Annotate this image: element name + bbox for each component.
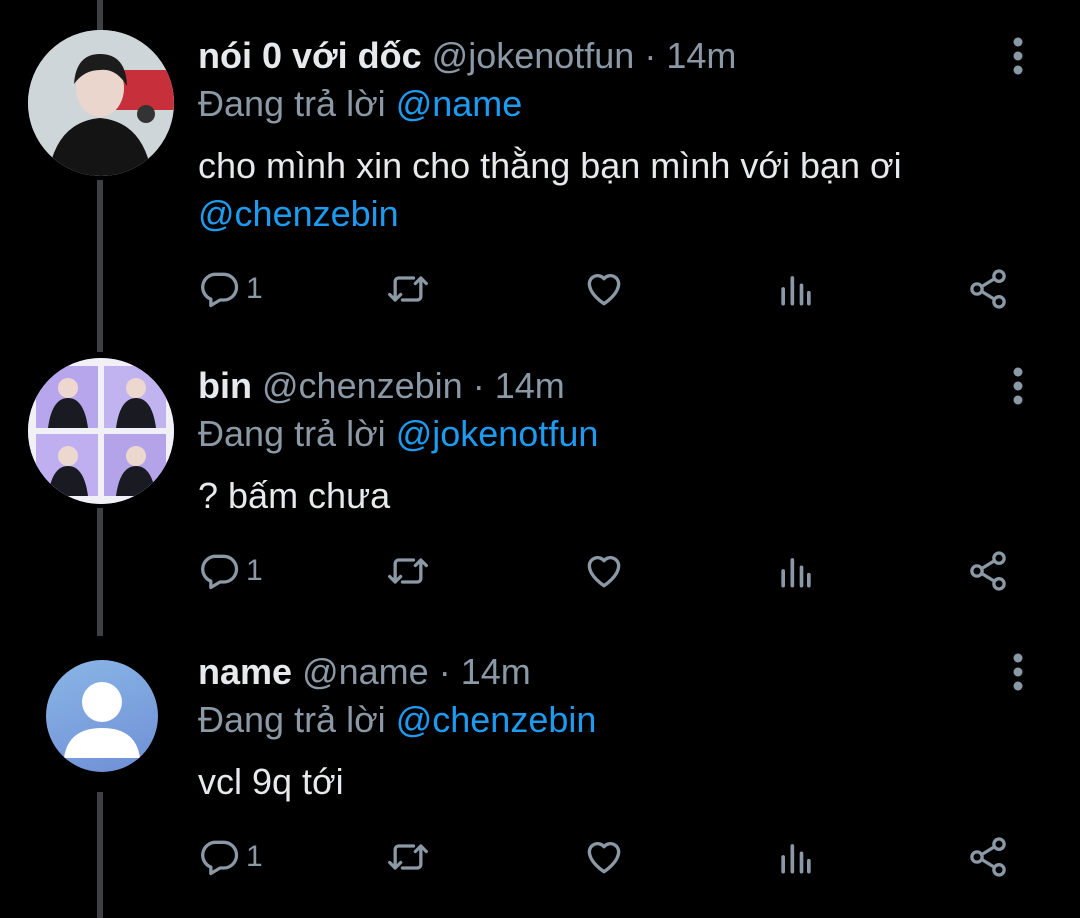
reply-icon: [201, 272, 239, 308]
reply-count: 1: [246, 840, 263, 873]
reply-mention[interactable]: @jokenotfun: [396, 413, 599, 454]
heart-icon: [587, 274, 621, 306]
reply-button[interactable]: 1: [198, 832, 263, 882]
user-handle[interactable]: @chenzebin: [262, 365, 463, 406]
user-handle[interactable]: @jokenotfun: [432, 35, 635, 76]
tweet-text: vcl 9q tới: [198, 758, 998, 806]
views-icon: [781, 558, 811, 588]
display-name[interactable]: nói 0 với dốc: [198, 35, 422, 76]
display-name[interactable]: bin: [198, 365, 252, 406]
like-button[interactable]: [582, 264, 626, 314]
retweet-icon: [388, 276, 428, 302]
user-handle[interactable]: @name: [302, 651, 429, 692]
tweet-text: ? bấm chưa: [198, 472, 998, 520]
views-icon: [781, 276, 811, 306]
separator: ·: [644, 35, 657, 76]
tweet[interactable]: nói 0 với dốc @jokenotfun · 14m Đang trả…: [0, 0, 1080, 330]
action-bar: 1: [198, 264, 1028, 314]
retweet-icon: [388, 844, 428, 870]
share-button[interactable]: [966, 832, 1010, 882]
like-button[interactable]: [582, 832, 626, 882]
share-icon: [970, 551, 1006, 591]
tweet-header: name @name · 14m: [198, 650, 1000, 694]
views-button[interactable]: [774, 546, 818, 596]
like-button[interactable]: [582, 546, 626, 596]
more-vertical-icon: [1013, 653, 1023, 691]
more-vertical-icon: [1013, 37, 1023, 75]
display-name[interactable]: name: [198, 651, 292, 692]
retweet-button[interactable]: [386, 832, 430, 882]
reply-context: Đang trả lời @jokenotfun: [198, 412, 598, 456]
reply-label: Đang trả lời: [198, 699, 386, 740]
reply-mention[interactable]: @name: [396, 83, 523, 124]
views-icon: [781, 844, 811, 874]
timestamp[interactable]: 14m: [666, 35, 736, 76]
views-button[interactable]: [774, 832, 818, 882]
heart-icon: [587, 556, 621, 588]
timestamp[interactable]: 14m: [461, 651, 531, 692]
tweet-header: bin @chenzebin · 14m: [198, 364, 1000, 408]
tweet-mention[interactable]: @chenzebin: [198, 190, 998, 238]
views-button[interactable]: [774, 264, 818, 314]
more-button[interactable]: [998, 36, 1038, 76]
reply-context: Đang trả lời @name: [198, 82, 522, 126]
more-button[interactable]: [998, 652, 1038, 692]
tweet[interactable]: name @name · 14m Đang trả lời @chenzebin…: [0, 616, 1080, 918]
reply-label: Đang trả lời: [198, 83, 386, 124]
share-button[interactable]: [966, 264, 1010, 314]
reply-icon: [201, 840, 239, 876]
share-icon: [970, 837, 1006, 877]
default-avatar[interactable]: [46, 660, 158, 772]
retweet-button[interactable]: [386, 546, 430, 596]
more-button[interactable]: [998, 366, 1038, 406]
tweet[interactable]: bin @chenzebin · 14m Đang trả lời @joken…: [0, 330, 1080, 620]
retweet-button[interactable]: [386, 264, 430, 314]
reply-mention[interactable]: @chenzebin: [396, 699, 597, 740]
reply-context: Đang trả lời @chenzebin: [198, 698, 596, 742]
retweet-icon: [388, 558, 428, 584]
action-bar: 1: [198, 832, 1028, 882]
share-button[interactable]: [966, 546, 1010, 596]
tweet-text-line: ? bấm chưa: [198, 475, 391, 516]
share-icon: [970, 269, 1006, 309]
avatar[interactable]: [28, 358, 174, 504]
tweet-text: cho mình xin cho thằng bạn mình với bạn …: [198, 142, 998, 238]
reply-button[interactable]: 1: [198, 546, 263, 596]
reply-button[interactable]: 1: [198, 264, 263, 314]
reply-icon: [201, 554, 239, 590]
reply-count: 1: [246, 272, 263, 305]
timestamp[interactable]: 14m: [495, 365, 565, 406]
separator: ·: [438, 651, 451, 692]
heart-icon: [587, 842, 621, 874]
avatar[interactable]: [28, 30, 174, 176]
more-vertical-icon: [1013, 367, 1023, 405]
tweet-header: nói 0 với dốc @jokenotfun · 14m: [198, 34, 1000, 78]
reply-count: 1: [246, 554, 263, 587]
separator: ·: [472, 365, 485, 406]
action-bar: 1: [198, 546, 1028, 596]
reply-label: Đang trả lời: [198, 413, 386, 454]
tweet-text-line: cho mình xin cho thằng bạn mình với bạn …: [198, 145, 902, 186]
tweet-text-line: vcl 9q tới: [198, 761, 344, 802]
